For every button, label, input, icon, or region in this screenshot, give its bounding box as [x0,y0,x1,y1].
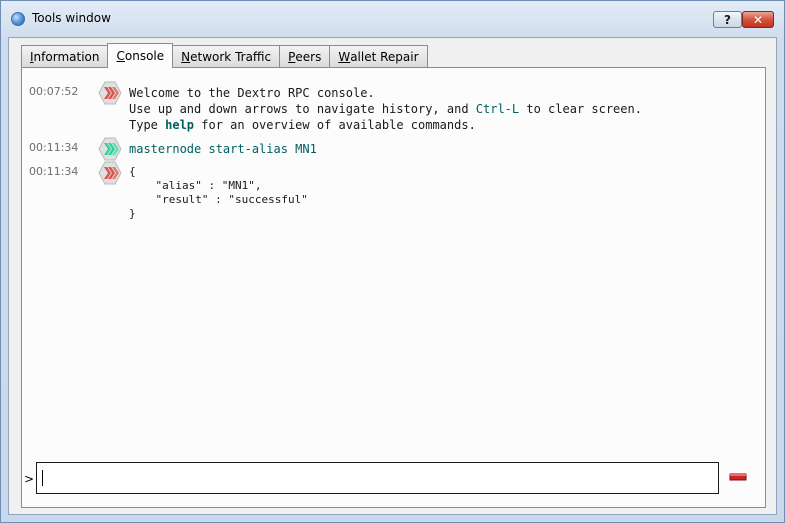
client-area: Information Console Network Traffic Peer… [8,37,777,515]
close-button[interactable]: ✕ [742,11,774,28]
tab-console[interactable]: Console [107,43,174,68]
console-panel: 00:07:52 Welcome to the Dextro RPC conso… [21,67,766,508]
text-caret [42,470,43,486]
prompt-symbol: > [24,472,35,486]
tab-bar: Information Console Network Traffic Peer… [21,43,428,68]
prompt-row: > [22,462,767,496]
close-icon: ✕ [752,12,764,27]
request-icon [98,137,122,161]
tab-network-traffic[interactable]: Network Traffic [172,45,281,67]
message-text: Welcome to the Dextro RPC console. Use u… [129,86,642,132]
command-text: masternode start-alias MN1 [129,142,317,156]
console-output[interactable]: 00:07:52 Welcome to the Dextro RPC conso… [29,75,758,455]
app-icon [11,12,25,26]
tab-wallet-repair[interactable]: Wallet Repair [329,45,428,67]
tools-window: Tools window ? ✕ Information Console Net… [0,0,785,523]
message-timestamp: 00:11:34 [29,165,79,178]
window-title: Tools window [32,11,111,25]
clear-console-icon [729,473,747,481]
shortcut-keyword: Ctrl-L [475,102,520,116]
help-keyword: help [165,118,195,132]
title-bar[interactable]: Tools window ? ✕ [1,1,784,37]
help-button[interactable]: ? [713,11,742,28]
tab-peers[interactable]: Peers [279,45,331,67]
message-timestamp: 00:07:52 [29,85,79,98]
message-timestamp: 00:11:34 [29,141,79,154]
console-input[interactable] [36,462,719,494]
clear-console-button[interactable] [729,471,747,483]
reply-icon [98,81,122,105]
tab-information[interactable]: Information [21,45,109,67]
json-result: { "alias" : "MN1", "result" : "successfu… [129,165,308,220]
reply-icon [98,161,122,185]
